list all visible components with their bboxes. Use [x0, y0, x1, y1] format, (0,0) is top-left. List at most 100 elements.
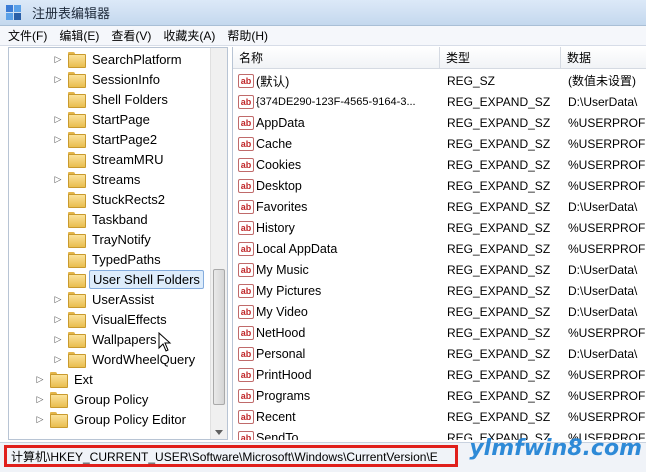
- expand-arrow-icon[interactable]: ▷: [53, 54, 63, 65]
- table-row[interactable]: ab Programs REG_EXPAND_SZ %USERPROFI: [233, 385, 646, 406]
- tree-item[interactable]: ▷ UserAssist: [53, 289, 157, 309]
- tree-item-label: Group Policy: [74, 391, 149, 407]
- tree-item[interactable]: ▷ SessionInfo: [53, 69, 163, 89]
- value-data: %USERPROFI: [568, 157, 646, 172]
- tree-item[interactable]: Shell Folders: [53, 89, 171, 109]
- column-header-type[interactable]: 类型: [440, 47, 561, 69]
- table-row[interactable]: ab My Music REG_EXPAND_SZ D:\UserData\: [233, 259, 646, 280]
- expand-arrow-icon[interactable]: ▷: [35, 394, 45, 405]
- tree-item[interactable]: TypedPaths: [53, 249, 164, 269]
- table-row[interactable]: ab Cookies REG_EXPAND_SZ %USERPROFI: [233, 154, 646, 175]
- value-type: REG_EXPAND_SZ: [447, 409, 551, 424]
- table-row[interactable]: ab AppData REG_EXPAND_SZ %USERPROFI: [233, 112, 646, 133]
- string-value-icon: ab: [238, 157, 254, 172]
- expand-arrow-icon[interactable]: ▷: [53, 314, 63, 325]
- title-bar[interactable]: 注册表编辑器: [0, 0, 646, 26]
- menu-file[interactable]: 文件(F): [8, 27, 47, 44]
- value-name: PrintHood: [256, 367, 312, 382]
- table-row[interactable]: ab Local AppData REG_EXPAND_SZ %USERPROFI: [233, 238, 646, 259]
- expand-arrow-icon[interactable]: ▷: [53, 294, 63, 305]
- tree-item-label: Streams: [92, 171, 141, 187]
- tree-item[interactable]: ▷ Ext: [35, 369, 96, 389]
- scroll-down-arrow-icon[interactable]: [215, 430, 223, 435]
- tree-item[interactable]: ▷ Wallpapers: [53, 329, 160, 349]
- tree-scrollbar[interactable]: [210, 48, 227, 439]
- expand-arrow-icon[interactable]: ▷: [35, 414, 45, 425]
- value-data: %USERPROFI: [568, 115, 646, 130]
- value-name: Favorites: [256, 199, 308, 214]
- folder-icon: [68, 192, 86, 208]
- folder-icon: [50, 412, 68, 428]
- expand-arrow-icon[interactable]: ▷: [53, 334, 63, 345]
- string-value-icon: ab: [238, 346, 254, 361]
- expand-arrow-icon[interactable]: ▷: [53, 74, 63, 85]
- tree-item-label: TrayNotify: [92, 231, 151, 247]
- tree-item[interactable]: StuckRects2: [53, 189, 168, 209]
- value-name: Desktop: [256, 178, 302, 193]
- tree-item-label: StreamMRU: [92, 151, 164, 167]
- menu-view[interactable]: 查看(V): [111, 27, 151, 44]
- tree-item[interactable]: Taskband: [53, 209, 151, 229]
- value-name: Cache: [256, 136, 293, 151]
- tree-item-label: SessionInfo: [92, 71, 160, 87]
- value-name: Recent: [256, 409, 296, 424]
- tree-item[interactable]: User Shell Folders: [53, 269, 204, 289]
- table-row[interactable]: ab NetHood REG_EXPAND_SZ %USERPROFI: [233, 322, 646, 343]
- tree-item[interactable]: ▷ WordWheelQuery: [53, 349, 198, 369]
- table-row[interactable]: ab Cache REG_EXPAND_SZ %USERPROFI: [233, 133, 646, 154]
- tree-item-label: WordWheelQuery: [92, 351, 196, 367]
- folder-icon: [68, 292, 86, 308]
- tree-item[interactable]: ▷ StartPage2: [53, 129, 160, 149]
- regedit-app-icon: [6, 4, 24, 21]
- value-data: D:\UserData\: [568, 346, 638, 361]
- tree-item[interactable]: ▷ StartPage: [53, 109, 153, 129]
- table-row[interactable]: ab History REG_EXPAND_SZ %USERPROFI: [233, 217, 646, 238]
- value-data: D:\UserData\: [568, 262, 638, 277]
- string-value-icon: ab: [238, 283, 254, 298]
- column-header-name[interactable]: 名称: [233, 47, 440, 69]
- column-header-data[interactable]: 数据: [561, 47, 646, 69]
- table-row[interactable]: ab Personal REG_EXPAND_SZ D:\UserData\: [233, 343, 646, 364]
- table-row[interactable]: ab Desktop REG_EXPAND_SZ %USERPROFI: [233, 175, 646, 196]
- tree-scrollbar-thumb[interactable]: [213, 269, 225, 405]
- tree-item[interactable]: ▷ Streams: [53, 169, 143, 189]
- tree-item[interactable]: TrayNotify: [53, 229, 154, 249]
- value-data: %USERPROFI: [568, 367, 646, 382]
- tree-item[interactable]: StreamMRU: [53, 149, 167, 169]
- values-list-pane[interactable]: 名称 类型 数据 ab (默认) REG_SZ (数值未设置) ab {374DE290-…: [232, 47, 646, 440]
- value-type: REG_EXPAND_SZ: [447, 94, 551, 109]
- menu-favorites[interactable]: 收藏夹(A): [163, 27, 215, 44]
- value-name: AppData: [256, 115, 305, 130]
- string-value-icon: ab: [238, 325, 254, 340]
- table-row[interactable]: ab {374DE290-123F-4565-9164-3... REG_EXPAN…: [233, 91, 646, 112]
- value-name: {374DE290-123F-4565-9164-3...: [256, 95, 416, 108]
- expand-arrow-icon[interactable]: ▷: [35, 374, 45, 385]
- expand-arrow-icon[interactable]: ▷: [53, 134, 63, 145]
- tree-item-label: StartPage: [92, 111, 150, 127]
- value-data: D:\UserData\: [568, 199, 638, 214]
- value-name: My Video: [256, 304, 308, 319]
- table-row[interactable]: ab My Video REG_EXPAND_SZ D:\UserData\: [233, 301, 646, 322]
- table-row[interactable]: ab Recent REG_EXPAND_SZ %USERPROFI: [233, 406, 646, 427]
- table-row[interactable]: ab Favorites REG_EXPAND_SZ D:\UserData\: [233, 196, 646, 217]
- menu-edit[interactable]: 编辑(E): [59, 27, 99, 44]
- value-type: REG_EXPAND_SZ: [447, 199, 551, 214]
- tree-item[interactable]: ▷ VisualEffects: [53, 309, 170, 329]
- tree-item-label: Shell Folders: [92, 91, 168, 107]
- table-row[interactable]: ab (默认) REG_SZ (数值未设置): [233, 70, 646, 91]
- table-row[interactable]: ab PrintHood REG_EXPAND_SZ %USERPROFI: [233, 364, 646, 385]
- expand-arrow-icon[interactable]: ▷: [53, 354, 63, 365]
- menu-help[interactable]: 帮助(H): [227, 27, 268, 44]
- expand-arrow-icon[interactable]: ▷: [53, 174, 63, 185]
- value-data: D:\UserData\: [568, 283, 638, 298]
- key-tree-pane[interactable]: ▷ SearchPlatform ▷ SessionInfo Shell Folders…: [8, 47, 228, 440]
- tree-item[interactable]: ▷ Group Policy Editor: [35, 409, 189, 429]
- table-row[interactable]: ab My Pictures REG_EXPAND_SZ D:\UserData\: [233, 280, 646, 301]
- expand-arrow-icon[interactable]: ▷: [53, 114, 63, 125]
- value-type: REG_EXPAND_SZ: [447, 283, 551, 298]
- tree-item[interactable]: ▷ Group Policy: [35, 389, 151, 409]
- value-type: REG_EXPAND_SZ: [447, 388, 551, 403]
- tree-item[interactable]: ▷ SearchPlatform: [53, 49, 185, 69]
- value-data: %USERPROFI: [568, 136, 646, 151]
- menu-bar: 文件(F) 编辑(E) 查看(V) 收藏夹(A) 帮助(H): [0, 26, 646, 46]
